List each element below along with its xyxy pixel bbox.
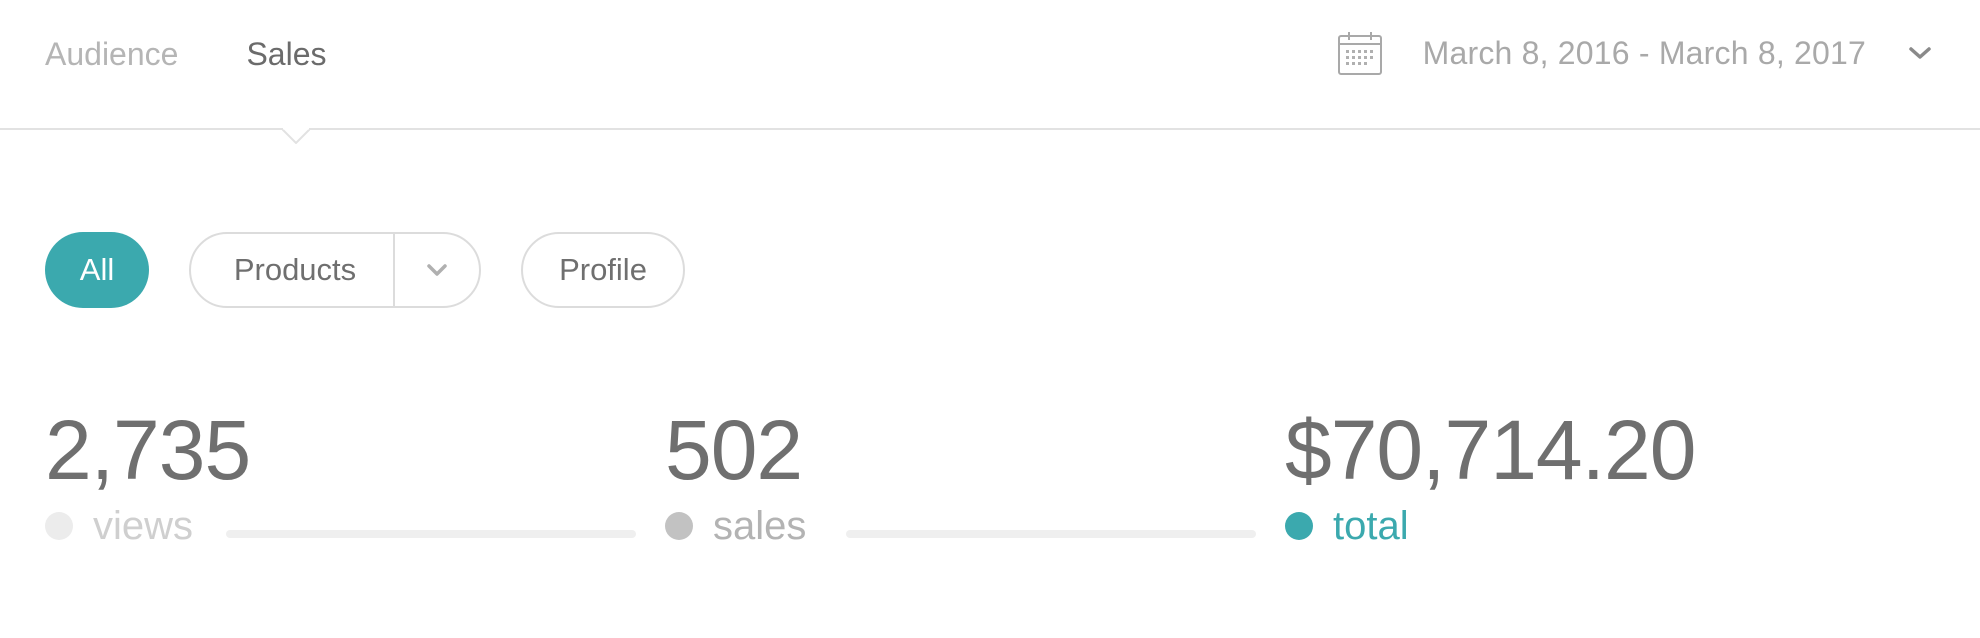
filter-products-label: Products	[233, 252, 357, 287]
views-dot	[45, 512, 73, 540]
tab-sales[interactable]: Sales	[246, 34, 326, 74]
stat-sales: 502 sales	[665, 402, 806, 550]
stat-total: $70,714.20 total	[1285, 402, 1696, 550]
stat-total-value: $70,714.20	[1285, 403, 1696, 497]
active-tab-caret	[282, 128, 310, 144]
sales-dashboard: Audience Sales March 8, 2016 - March 8, …	[0, 0, 1980, 638]
stat-total-legend: total	[1285, 502, 1695, 550]
stat-views: 2,735 views	[45, 402, 251, 550]
chevron-down-icon	[427, 264, 447, 276]
filter-bar: All Products Profile	[45, 232, 685, 308]
chevron-down-icon	[1909, 47, 1931, 59]
stat-sales-legend: sales	[665, 502, 806, 550]
views-progress-track	[226, 530, 636, 538]
date-range-label: March 8, 2016 - March 8, 2017	[1422, 34, 1866, 71]
stat-total-label: total	[1333, 504, 1409, 548]
sales-progress-track	[846, 530, 1256, 538]
stat-views-value: 2,735	[45, 403, 251, 497]
stat-views-label: views	[93, 504, 194, 548]
filter-all-button[interactable]: All	[45, 232, 149, 308]
total-dot	[1285, 512, 1313, 540]
products-dropdown-toggle[interactable]	[395, 263, 479, 277]
date-range-picker[interactable]: March 8, 2016 - March 8, 2017	[1337, 30, 1932, 76]
stat-views-legend: views	[45, 502, 250, 550]
top-navigation-bar: Audience Sales March 8, 2016 - March 8, …	[0, 0, 1980, 130]
stat-sales-label: sales	[713, 504, 807, 548]
calendar-icon	[1337, 32, 1382, 75]
stat-sales-value: 502	[665, 403, 803, 497]
filter-products-dropdown[interactable]: Products	[189, 232, 481, 308]
tab-list: Audience Sales	[45, 34, 326, 74]
filter-profile-button[interactable]: Profile	[521, 232, 685, 308]
tab-audience[interactable]: Audience	[45, 34, 178, 74]
sales-dot	[665, 512, 693, 540]
